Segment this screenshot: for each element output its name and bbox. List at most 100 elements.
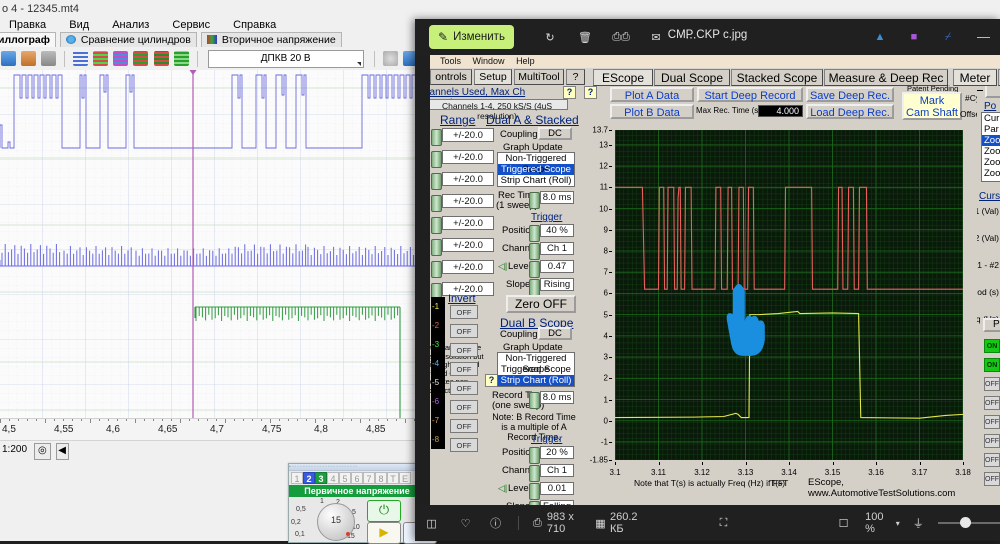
channel-b-spinner[interactable] <box>529 465 540 482</box>
rec-time-b-value[interactable]: 8.0 ms <box>540 391 574 404</box>
trigger-a-header[interactable]: Trigger <box>531 212 562 223</box>
menu-item-analiz[interactable]: Анализ <box>103 18 160 32</box>
zoom-mode-option-0[interactable]: Cur <box>982 113 1000 124</box>
channel-toggle-1[interactable]: ON <box>984 339 1000 353</box>
tab-help-question[interactable]: ? <box>566 69 585 85</box>
chevron-down-icon[interactable]: ▾ <box>896 519 900 528</box>
mini-channel-7[interactable]: 7 <box>363 472 375 484</box>
wave-blue-icon[interactable] <box>73 51 89 66</box>
coupling-a-value[interactable]: DC <box>538 127 572 140</box>
escope-menubar[interactable]: Tools Window Help <box>430 55 1000 68</box>
rec-time-b-spinner[interactable] <box>529 392 540 409</box>
channel-toggle-2[interactable]: ON <box>984 358 1000 372</box>
level-a-value[interactable]: 0.47 <box>540 260 574 273</box>
save-icon[interactable] <box>1 51 16 66</box>
graph-mode-a-list[interactable]: Non-Triggered Scope Triggered Scope Stri… <box>497 152 575 187</box>
position-a-spinner[interactable] <box>529 225 540 242</box>
range-value-6[interactable]: +/-20.0 <box>442 238 494 252</box>
range-value-4[interactable]: +/-20.0 <box>442 194 494 208</box>
menu-item-vid[interactable]: Вид <box>60 18 100 32</box>
invert-toggle-3[interactable]: OFF <box>450 343 478 357</box>
escope-menu-tools[interactable]: Tools <box>440 56 461 66</box>
graph-mode-a-option-1[interactable]: Triggered Scope <box>498 164 574 175</box>
invert-toggle-6[interactable]: OFF <box>450 400 478 414</box>
tab-meter[interactable]: Meter <box>953 69 997 86</box>
start-deep-record-button[interactable]: Start Deep Record <box>697 87 803 102</box>
mini-channel-5[interactable]: 5 <box>339 472 351 484</box>
slope-a-value[interactable]: Rising <box>540 278 574 291</box>
graph-mode-b-option-2[interactable]: Strip Chart (Roll) <box>498 375 574 386</box>
power-icon[interactable]: ⏻ <box>367 500 401 522</box>
mini-panel-channel-buttons[interactable]: 12345678TE <box>289 471 425 485</box>
escope-menu-help[interactable]: Help <box>516 56 535 66</box>
image-icon[interactable]: ▲ <box>870 27 890 47</box>
back-app-toolbar[interactable]: ДПКВ 20 В <box>0 48 430 89</box>
range-value-5[interactable]: +/-20.0 <box>442 216 494 230</box>
range-header[interactable]: Range <box>440 113 475 127</box>
primary-voltage-mini-panel[interactable]: ▪▫▫▫▫▫▫▫▫▫▫▫▫▫▫▫▫▫▫▫▫▫▫▫▫ 12345678TE Пер… <box>288 463 437 544</box>
actual-size-icon[interactable]: ☐ <box>837 514 850 532</box>
coupling-b-value[interactable]: DC <box>538 327 572 340</box>
zoom-mode-list[interactable]: Cur Par Zoo Zoo Zoo Zoo <box>981 112 1000 182</box>
graph-mode-b-option-0[interactable]: Non-Triggered Scope <box>498 353 574 375</box>
tab-dual-scope[interactable]: Dual Scope <box>654 69 730 86</box>
range-spinner-3[interactable] <box>431 173 442 190</box>
filmstrip-icon[interactable]: ◫ <box>425 514 438 532</box>
tab-oscillograph[interactable]: иллограф <box>0 32 56 47</box>
channel-toggle-3[interactable]: OFF <box>984 377 1000 391</box>
info-icon[interactable]: ⓘ <box>489 514 502 532</box>
voltage-range-knob[interactable]: 15 <box>317 503 355 541</box>
channel-a-value[interactable]: Ch 1 <box>540 242 574 255</box>
mini-channel-6[interactable]: 6 <box>351 472 363 484</box>
menu-item-pravka[interactable]: Правка <box>0 18 57 32</box>
range-spinner-6[interactable] <box>431 239 442 256</box>
graph-mode-b-option-1[interactable]: Triggered Scope <box>498 364 574 375</box>
range-spinner-2[interactable] <box>431 151 442 168</box>
channel-toggle-7[interactable]: OFF <box>984 453 1000 467</box>
invert-toggle-4[interactable]: OFF <box>450 362 478 376</box>
graph-mode-b-list[interactable]: Non-Triggered Scope Triggered Scope Stri… <box>497 352 575 387</box>
level-a-spinner[interactable] <box>529 261 540 278</box>
position-b-value[interactable]: 20 % <box>540 446 574 459</box>
rec-time-a-spinner[interactable] <box>529 192 540 209</box>
channels-help-icon[interactable]: ? <box>563 86 576 99</box>
level-b-spinner[interactable] <box>529 483 540 500</box>
print-button[interactable]: Pr <box>983 318 1000 332</box>
range-value-3[interactable]: +/-20.0 <box>442 172 494 186</box>
mini-channel-4[interactable]: 4 <box>327 472 339 484</box>
tab-escope[interactable]: EScope <box>593 69 653 86</box>
graph-mode-a-option-0[interactable]: Non-Triggered Scope <box>498 153 574 175</box>
zoom-mode-option-1[interactable]: Par <box>982 124 1000 135</box>
range-spinner-7[interactable] <box>431 261 442 278</box>
zoom-mode-option-2[interactable]: Zoo <box>982 135 1000 146</box>
channel-toggle-6[interactable]: OFF <box>984 434 1000 448</box>
menu-item-spravka[interactable]: Справка <box>224 18 287 32</box>
range-spinner-4[interactable] <box>431 195 442 212</box>
tab-controls[interactable]: ontrols <box>430 69 472 85</box>
dual-a-stacked-header[interactable]: Dual A & Stacked <box>486 113 579 127</box>
channel-a-spinner[interactable] <box>529 243 540 260</box>
fit-icon[interactable]: ⛶ <box>717 514 730 532</box>
graph-mode-a-option-2[interactable]: Strip Chart (Roll) <box>498 175 574 186</box>
range-value-1[interactable]: +/-20.0 <box>442 128 494 142</box>
mark-cam-shaft-button[interactable]: Mark Cam Shaft <box>902 92 962 120</box>
zoom-mode-option-4[interactable]: Zoo <box>982 157 1000 168</box>
range-spinner-5[interactable] <box>431 217 442 234</box>
position-b-spinner[interactable] <box>529 447 540 464</box>
edit-off-icon[interactable]: ⌿ <box>938 27 958 47</box>
wave-multi-icon[interactable] <box>93 51 109 66</box>
mini-panel-grip[interactable]: ▪▫▫▫▫▫▫▫▫▫▫▫▫▫▫▫▫▫▫▫▫▫▫▫▫ <box>289 464 425 471</box>
tab-stacked-scope[interactable]: Stacked Scope <box>731 69 823 86</box>
max-rec-time-value[interactable]: 4.000 <box>758 105 803 117</box>
zoom-slider[interactable] <box>937 517 1000 528</box>
trigger-b-header[interactable]: Trigger <box>531 434 562 445</box>
cursor-header[interactable]: Cursor <box>979 191 1000 202</box>
zoom-level[interactable]: 100 % <box>865 511 888 535</box>
zoom-out-icon[interactable]: ⏚ <box>912 514 925 532</box>
tab-multitool[interactable]: MultiTool <box>514 69 564 85</box>
invert-header[interactable]: Invert <box>448 293 476 305</box>
gallery-icon[interactable]: ■ <box>904 27 924 47</box>
load-deep-rec-button[interactable]: Load Deep Rec. <box>806 104 894 119</box>
slope-a-spinner[interactable] <box>529 279 540 296</box>
invert-toggle-8[interactable]: OFF <box>450 438 478 452</box>
